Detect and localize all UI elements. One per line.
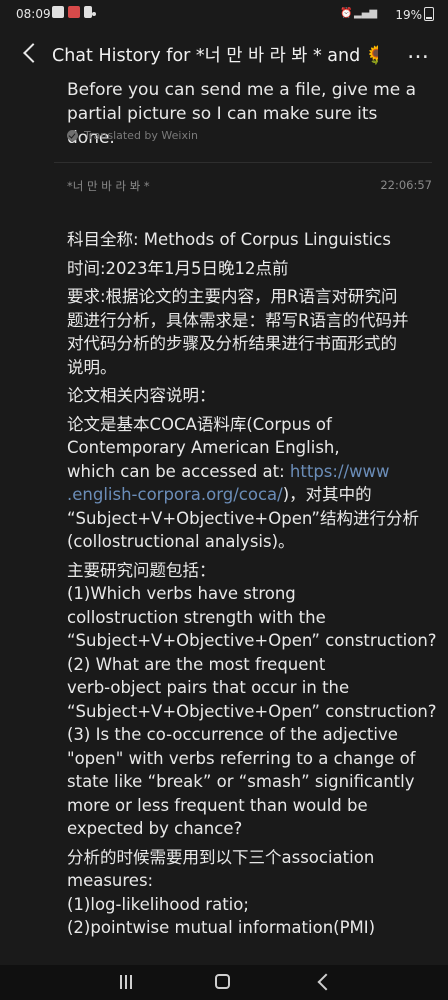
text-line: 主要研究问题包括： <box>67 560 216 580</box>
text-line: (2) What are the most frequent <box>67 654 326 674</box>
sender-name: *너 만 바 라 봐 * <box>67 179 150 193</box>
recent-apps-icon[interactable] <box>118 975 134 989</box>
text-line: “Subject+V+Objective+Open” construction? <box>67 631 437 650</box>
text-line: 对代码分析的步骤及分析结果进行书面形式的 <box>67 334 397 353</box>
text-line: state like “break” or “smash” significan… <box>67 772 415 791</box>
status-time: 08:09 <box>16 7 51 21</box>
more-options-icon[interactable]: … <box>407 41 430 63</box>
translation-label: Translated by Weixin <box>84 129 199 142</box>
text-line: “Subject+V+Objective+Open”结构进行分析 <box>67 508 419 528</box>
check-circle-icon <box>67 130 78 141</box>
email-icon <box>84 6 92 18</box>
text-line: 时间:2023年1月5日晚12点前 <box>67 258 289 278</box>
text-line: )，对其中的 <box>282 485 372 504</box>
text-line: “Subject+V+Objective+Open” construction? <box>67 701 437 721</box>
notification-icon <box>52 6 64 18</box>
system-navigation-bar <box>0 965 448 1000</box>
text-line: verb-object pairs that occur in the <box>67 678 350 697</box>
text-line: 论文是基本COCA语料库(Corpus of <box>67 414 332 434</box>
text-line: (3) Is the co-occurrence of the adjectiv… <box>67 725 398 744</box>
text-line: 论文相关内容说明： <box>67 386 216 405</box>
battery-percent: 19% <box>395 8 422 22</box>
battery-icon <box>424 7 434 21</box>
text-line: (2)pointwise mutual information(PMI) <box>67 918 376 937</box>
message-divider <box>54 162 432 163</box>
text-line: "open" with verbs referring to a change … <box>67 748 416 768</box>
text-line: Contemporary American English, <box>67 438 340 457</box>
text-line: (collostructional analysis)。 <box>67 532 295 551</box>
text-line: (1)log-likelihood ratio; <box>67 894 249 914</box>
chat-title: Chat History for *너 만 바 라 봐 * and 🌻 <box>52 46 378 66</box>
text-line: 题进行分析，具体需求是：帮写R语言的代码并 <box>67 310 409 330</box>
message-timestamp: 22:06:57 <box>380 178 432 192</box>
back-nav-icon[interactable] <box>317 973 335 991</box>
chat-header: Chat History for *너 만 바 라 봐 * and 🌻 … <box>0 30 448 78</box>
text-line: collostruction strength with the <box>67 607 326 627</box>
coca-link-continued[interactable]: .english-corpora.org/coca/ <box>67 485 283 504</box>
text-line: which can be accessed at: <box>67 461 290 481</box>
more-notifications-icon <box>92 12 96 16</box>
home-icon[interactable] <box>215 974 230 989</box>
status-bar: 08:09 ⏰ ▂▄▆ 19% <box>0 0 448 28</box>
back-arrow-icon[interactable] <box>20 40 42 66</box>
text-line: expected by chance? <box>67 819 243 838</box>
coca-link[interactable]: https://www <box>290 462 390 481</box>
text-line: measures: <box>67 871 154 890</box>
text-line: more or less frequent than would be <box>67 795 368 815</box>
battery-indicator: 19% <box>395 7 434 22</box>
alarm-icon: ⏰ <box>340 8 353 19</box>
text-line: 科目全称: Methods of Corpus Linguistics <box>67 230 391 249</box>
message-body: 科目全称: Methods of Corpus Linguistics 时间:2… <box>67 228 442 945</box>
translation-note: Translated by Weixin <box>67 129 198 142</box>
wifi-signal-icon: ▂▄▆ <box>354 8 378 19</box>
app-notification-icon <box>68 6 80 18</box>
chat-history-list[interactable]: Before you can send me a file, give me a… <box>0 78 448 965</box>
text-line: 要求:根据论文的主要内容，用R语言对研究问 <box>67 287 398 306</box>
text-line: (1)Which verbs have strong <box>67 584 296 603</box>
text-line: 说明。 <box>67 357 117 377</box>
text-line: 分析的时候需要用到以下三个association <box>67 847 375 867</box>
